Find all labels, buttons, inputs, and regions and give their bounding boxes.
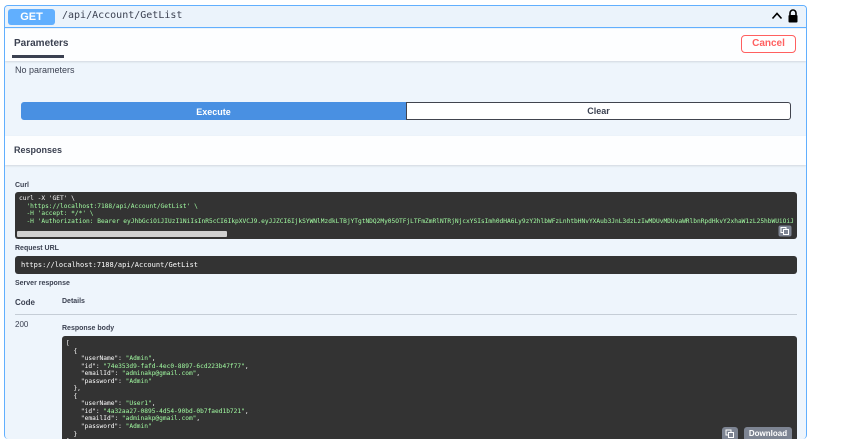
chevron-up-icon[interactable]: [771, 10, 783, 22]
curl-line-4: -H 'Authorization: Bearer eyJhbGciOiJIUz…: [19, 217, 794, 225]
lock-icon[interactable]: [787, 9, 799, 23]
server-response-label: Server response: [15, 280, 70, 287]
horizontal-scrollbar[interactable]: [17, 231, 227, 237]
copy-icon[interactable]: [778, 225, 792, 237]
request-url-block[interactable]: https://localhost:7188/api/Account/GetLi…: [15, 256, 797, 274]
copy-response-icon[interactable]: [722, 427, 738, 439]
curl-label: Curl: [15, 182, 29, 189]
request-url-label: Request URL: [15, 245, 59, 252]
responses-title: Responses: [14, 145, 63, 155]
parameters-header: Parameters Cancel: [5, 29, 806, 61]
tab-parameters[interactable]: Parameters: [14, 38, 68, 49]
download-button[interactable]: Download: [744, 427, 792, 439]
http-method-badge: GET: [8, 9, 55, 25]
operation-summary[interactable]: GET /api/Account/GetList: [5, 6, 806, 28]
responses-header: Responses: [5, 136, 806, 165]
no-parameters-text: No parameters: [15, 65, 75, 75]
response-body-json: [ { "userName": "Admin", "id": "74e353d9…: [66, 340, 249, 439]
curl-block[interactable]: curl -X 'GET' \ 'https://localhost:7188/…: [15, 192, 797, 239]
curl-line-3: -H 'accept: */*' \: [19, 210, 94, 218]
execute-button[interactable]: Execute: [21, 102, 406, 120]
operation-block: GET /api/Account/GetList Parameters Canc…: [4, 5, 807, 439]
curl-text: curl -X 'GET' \ 'https://localhost:7188/…: [19, 195, 794, 225]
status-code: 200: [15, 320, 29, 329]
cancel-button[interactable]: Cancel: [741, 35, 796, 53]
execute-wrapper: Execute Clear: [21, 102, 791, 120]
response-body-label: Response body: [62, 325, 115, 332]
response-body-block[interactable]: [ { "userName": "Admin", "id": "74e353d9…: [62, 336, 797, 439]
curl-line-2: 'https://localhost:7188/api/Account/GetL…: [19, 202, 198, 210]
code-column-header: Code: [15, 298, 35, 307]
operation-path: /api/Account/GetList: [62, 10, 183, 21]
clear-button[interactable]: Clear: [406, 102, 791, 120]
details-column-header: Details: [62, 298, 85, 305]
request-url-text: https://localhost:7188/api/Account/GetLi…: [21, 261, 199, 269]
curl-line-1: curl -X 'GET' \: [19, 195, 75, 202]
tab-underline: [12, 55, 64, 58]
table-divider: [15, 314, 797, 315]
